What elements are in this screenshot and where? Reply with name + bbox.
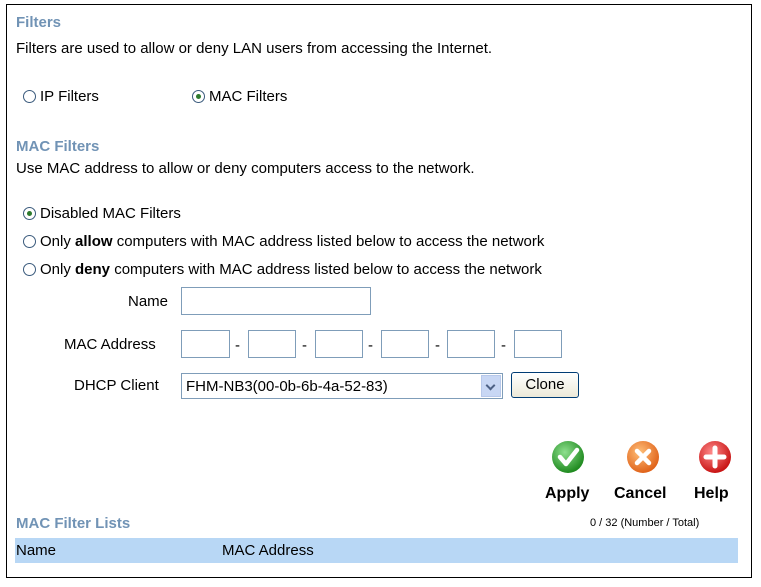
mac-octet-6-input[interactable]	[514, 330, 562, 358]
check-icon[interactable]	[551, 440, 585, 474]
disabled-mac-filters-radio[interactable]	[23, 207, 36, 220]
mac-filters-radio[interactable]	[192, 90, 205, 103]
allow-mac-radio[interactable]	[23, 235, 36, 248]
deny-mac-label[interactable]: Only deny computers with MAC address lis…	[40, 261, 542, 278]
mac-octet-4-input[interactable]	[381, 330, 429, 358]
mac-separator: -	[302, 337, 307, 354]
name-input[interactable]	[181, 287, 371, 315]
apply-button[interactable]: Apply	[545, 485, 589, 503]
x-icon[interactable]	[626, 440, 660, 474]
disabled-mac-filters-label[interactable]: Disabled MAC Filters	[40, 205, 181, 222]
column-header-name: Name	[16, 542, 57, 559]
plus-icon[interactable]	[698, 440, 732, 474]
mac-octet-3-input[interactable]	[315, 330, 363, 358]
mac-octet-2-input[interactable]	[248, 330, 296, 358]
mac-separator: -	[235, 337, 240, 354]
ip-filters-label[interactable]: IP Filters	[40, 88, 99, 105]
deny-mac-radio[interactable]	[23, 263, 36, 276]
mac-octet-1-input[interactable]	[181, 330, 230, 358]
mac-filters-description: Use MAC address to allow or deny compute…	[16, 160, 475, 177]
help-button[interactable]: Help	[694, 485, 729, 503]
filter-count: 0 / 32 (Number / Total)	[590, 517, 700, 529]
ip-filters-radio[interactable]	[23, 90, 36, 103]
mac-filters-title: MAC Filters	[16, 138, 100, 155]
filters-description: Filters are used to allow or deny LAN us…	[16, 40, 493, 57]
mac-address-label: MAC Address	[64, 336, 156, 353]
dhcp-client-select[interactable]: FHM-NB3(00-0b-6b-4a-52-83)	[181, 373, 503, 399]
clone-button[interactable]: Clone	[511, 372, 579, 398]
chevron-down-icon[interactable]	[481, 375, 501, 397]
dhcp-client-label: DHCP Client	[74, 377, 159, 394]
column-header-mac-address: MAC Address	[222, 542, 314, 559]
mac-separator: -	[435, 337, 440, 354]
mac-filters-label[interactable]: MAC Filters	[209, 88, 287, 105]
filters-title: Filters	[16, 14, 62, 31]
cancel-button[interactable]: Cancel	[614, 485, 666, 503]
mac-filter-list-header: Name MAC Address	[15, 538, 738, 563]
dhcp-client-value: FHM-NB3(00-0b-6b-4a-52-83)	[186, 378, 388, 395]
name-label: Name	[128, 293, 169, 310]
allow-mac-label[interactable]: Only allow computers with MAC address li…	[40, 233, 544, 250]
mac-separator: -	[501, 337, 506, 354]
mac-separator: -	[368, 337, 373, 354]
mac-octet-5-input[interactable]	[447, 330, 495, 358]
mac-filter-lists-title: MAC Filter Lists	[16, 515, 131, 532]
